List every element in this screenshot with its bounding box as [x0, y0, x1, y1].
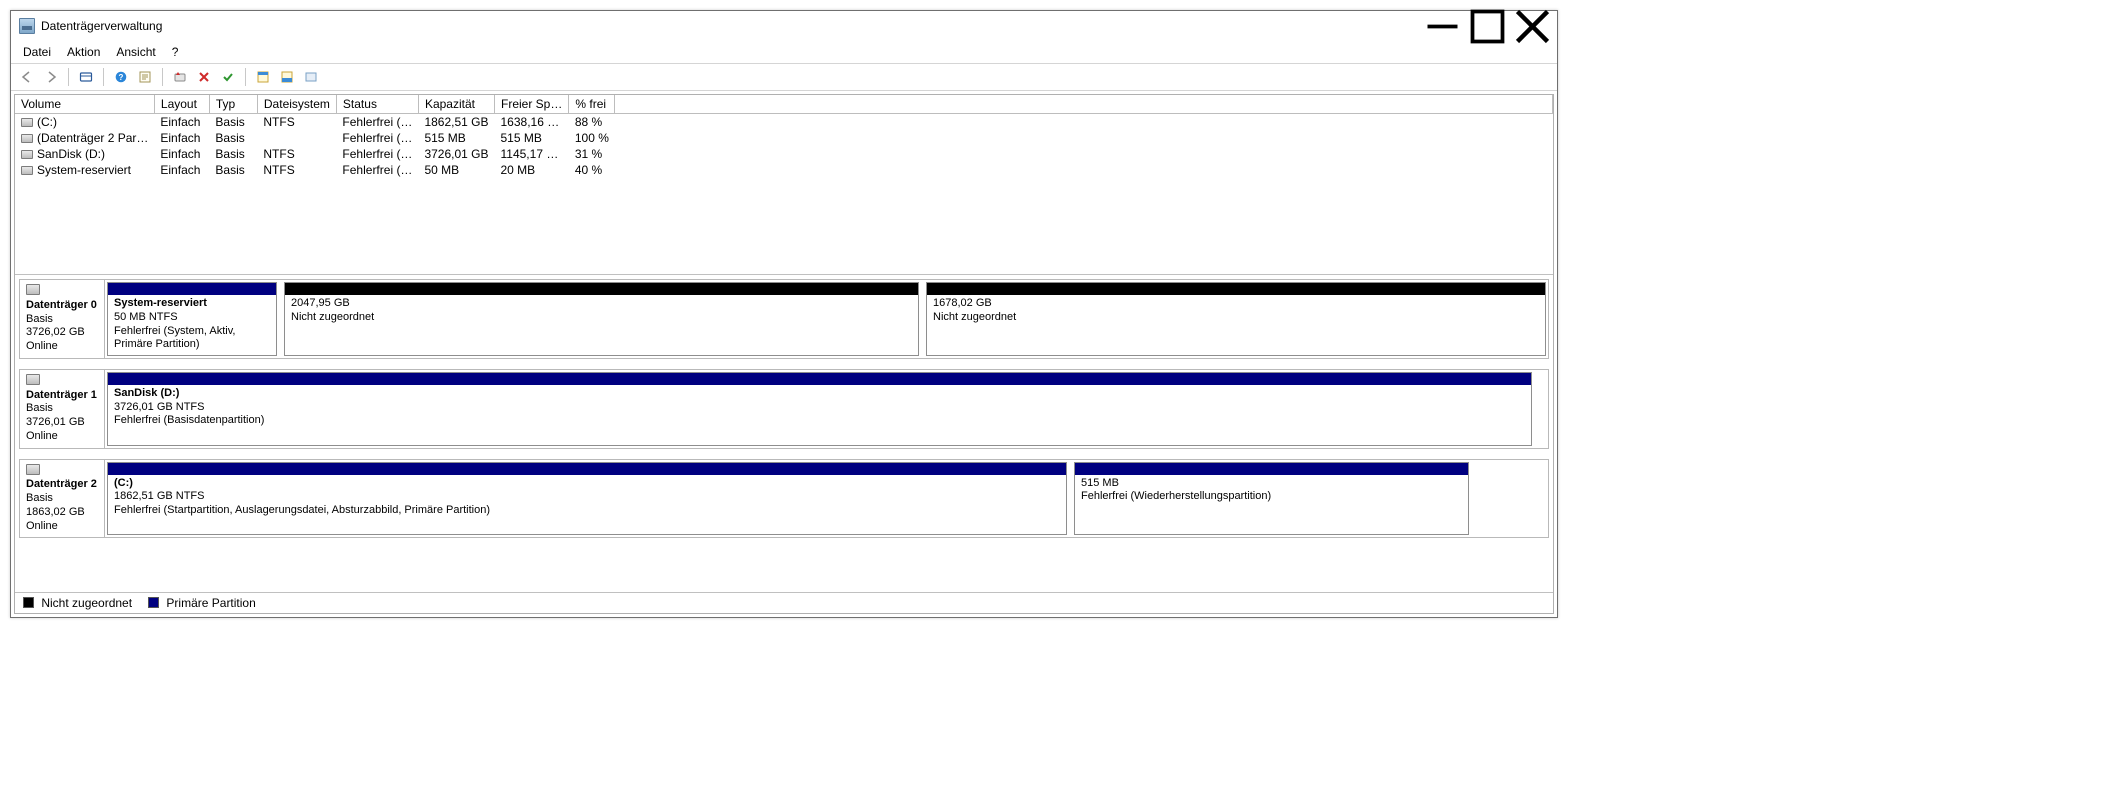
partition-color-bar [1075, 463, 1468, 475]
column-header-row[interactable]: Volume Layout Typ Dateisystem Status Kap… [15, 95, 1553, 114]
legend-unallocated-label: Nicht zugeordnet [41, 596, 132, 610]
refresh-button[interactable] [76, 67, 96, 87]
partition[interactable]: System-reserviert50 MB NTFSFehlerfrei (S… [107, 282, 277, 356]
col-status[interactable]: Status [336, 95, 418, 114]
legend-primary-label: Primäre Partition [166, 596, 255, 610]
minimize-button[interactable] [1420, 11, 1465, 41]
disk-header[interactable]: Datenträger 2Basis1863,02 GBOnline [20, 460, 105, 538]
graphical-view-button[interactable] [277, 67, 297, 87]
disk-header[interactable]: Datenträger 0Basis3726,02 GBOnline [20, 280, 105, 358]
back-button [17, 67, 37, 87]
col-capacity[interactable]: Kapazität [418, 95, 494, 114]
col-type[interactable]: Typ [209, 95, 257, 114]
titlebar[interactable]: Datenträgerverwaltung [11, 11, 1557, 41]
menu-action[interactable]: Aktion [61, 43, 106, 61]
partition-label: 515 MBFehlerfrei (Wiederherstellungspart… [1075, 475, 1468, 535]
col-free[interactable]: Freier Sp… [495, 95, 569, 114]
partition-label: 2047,95 GBNicht zugeordnet [285, 295, 918, 355]
list-view-button[interactable] [253, 67, 273, 87]
properties-button[interactable] [135, 67, 155, 87]
menu-view[interactable]: Ansicht [110, 43, 161, 61]
disk-header[interactable]: Datenträger 1Basis3726,01 GBOnline [20, 370, 105, 448]
volume-row[interactable]: (Datenträger 2 Par…EinfachBasisFehlerfre… [15, 130, 1553, 146]
svg-text:?: ? [119, 73, 124, 82]
help-button[interactable]: ? [111, 67, 131, 87]
legend: Nicht zugeordnet Primäre Partition [15, 592, 1553, 613]
legend-primary: Primäre Partition [148, 596, 256, 610]
forward-button [41, 67, 61, 87]
partition-label: SanDisk (D:)3726,01 GB NTFSFehlerfrei (B… [108, 385, 1531, 445]
partition[interactable]: 1678,02 GBNicht zugeordnet [926, 282, 1546, 356]
partition-color-bar [108, 463, 1066, 475]
maximize-button[interactable] [1465, 11, 1510, 41]
partition-label: (C:)1862,51 GB NTFSFehlerfrei (Startpart… [108, 475, 1066, 535]
drive-icon [21, 150, 33, 159]
rescan-disks-button[interactable] [170, 67, 190, 87]
partition[interactable]: SanDisk (D:)3726,01 GB NTFSFehlerfrei (B… [107, 372, 1532, 446]
partition[interactable]: 515 MBFehlerfrei (Wiederherstellungspart… [1074, 462, 1469, 536]
toolbar: ? [11, 63, 1557, 91]
paths-view-button[interactable] [301, 67, 321, 87]
disk-row[interactable]: Datenträger 1Basis3726,01 GBOnlineSanDis… [19, 369, 1549, 449]
volume-table[interactable]: Volume Layout Typ Dateisystem Status Kap… [15, 95, 1553, 178]
disk-row[interactable]: Datenträger 2Basis1863,02 GBOnline(C:)18… [19, 459, 1549, 539]
legend-unallocated: Nicht zugeordnet [23, 596, 132, 610]
volume-row[interactable]: SanDisk (D:)EinfachBasisNTFSFehlerfrei (… [15, 146, 1553, 162]
menubar: Datei Aktion Ansicht ? [11, 41, 1557, 63]
menu-file[interactable]: Datei [17, 43, 57, 61]
menu-help[interactable]: ? [166, 43, 185, 61]
delete-button[interactable] [194, 67, 214, 87]
partition-color-bar [285, 283, 918, 295]
disk-management-window: Datenträgerverwaltung Datei Aktion Ansic… [10, 10, 1558, 618]
volume-row[interactable]: (C:)EinfachBasisNTFSFehlerfrei (…1862,51… [15, 114, 1553, 130]
apply-button[interactable] [218, 67, 238, 87]
partition-label: System-reserviert50 MB NTFSFehlerfrei (S… [108, 295, 276, 355]
close-button[interactable] [1510, 11, 1555, 41]
volume-row[interactable]: System-reserviertEinfachBasisNTFSFehlerf… [15, 162, 1553, 178]
content-pane: Volume Layout Typ Dateisystem Status Kap… [14, 94, 1554, 614]
app-icon [19, 18, 35, 34]
partition-color-bar [927, 283, 1545, 295]
disk-row[interactable]: Datenträger 0Basis3726,02 GBOnlineSystem… [19, 279, 1549, 359]
col-fs[interactable]: Dateisystem [257, 95, 336, 114]
drive-icon [21, 134, 33, 143]
partition[interactable]: 2047,95 GBNicht zugeordnet [284, 282, 919, 356]
col-volume[interactable]: Volume [15, 95, 154, 114]
graphical-disk-pane[interactable]: Datenträger 0Basis3726,02 GBOnlineSystem… [15, 275, 1553, 592]
drive-icon [21, 118, 33, 127]
col-layout[interactable]: Layout [154, 95, 209, 114]
partition-color-bar [108, 283, 276, 295]
drive-icon [21, 166, 33, 175]
partition-label: 1678,02 GBNicht zugeordnet [927, 295, 1545, 355]
volume-list-pane[interactable]: Volume Layout Typ Dateisystem Status Kap… [15, 95, 1553, 275]
window-title: Datenträgerverwaltung [41, 19, 162, 33]
partition[interactable]: (C:)1862,51 GB NTFSFehlerfrei (Startpart… [107, 462, 1067, 536]
partition-color-bar [108, 373, 1531, 385]
col-pctfree[interactable]: % frei [569, 95, 615, 114]
